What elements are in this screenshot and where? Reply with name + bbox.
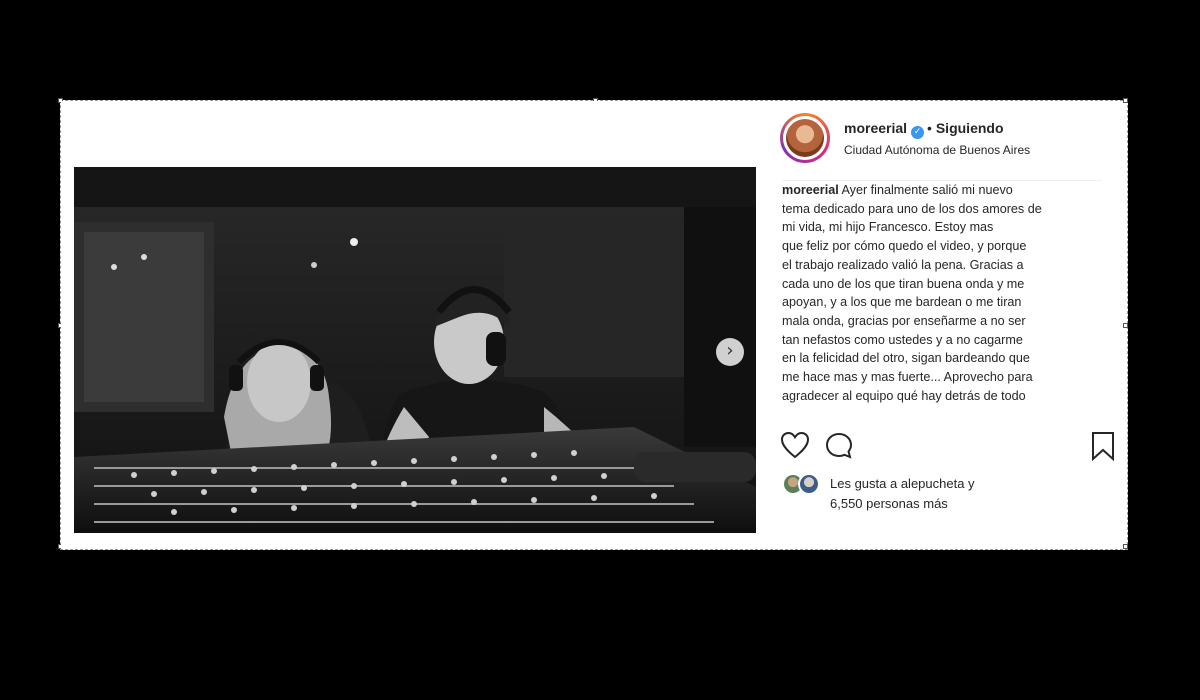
post-photo[interactable]: 👤︎ (74, 167, 756, 533)
post-actions (780, 431, 1120, 461)
caption-text: Ayer finalmente salió mi nuevo tema dedi… (782, 183, 1042, 403)
chevron-right-icon[interactable]: › (716, 338, 744, 366)
likes-avatars (782, 473, 826, 495)
caption-username-link[interactable]: moreerial (782, 183, 839, 197)
post-caption: moreerial Ayer finalmente salió mi nuevo… (782, 181, 1102, 405)
post-media-area: 👤︎ › (61, 101, 758, 549)
verified-badge-icon: ✓ (911, 126, 925, 139)
profile-photo (786, 119, 824, 157)
bookmark-icon[interactable] (1090, 431, 1116, 461)
studio-photo-illustration (74, 167, 756, 533)
location-link[interactable]: Ciudad Autónoma de Buenos Aires (844, 143, 1030, 157)
comment-icon[interactable] (824, 431, 854, 461)
username-link[interactable]: moreerial (844, 120, 907, 136)
avatar[interactable] (780, 113, 830, 163)
likes-count[interactable]: Les gusta a alepucheta y 6,550 personas … (830, 474, 975, 514)
following-button[interactable]: Siguiendo (936, 120, 1004, 136)
separator: • (927, 120, 932, 136)
avatar (798, 473, 820, 495)
heart-icon[interactable] (780, 431, 810, 459)
post-side-panel: moreerial ✓ • Siguiendo Ciudad Autónoma de… (758, 101, 1127, 549)
screenshot-frame: 👤︎ › moreerial ✓• Siguiendo Ciudad Autóno… (58, 98, 1128, 550)
post-header: moreerial ✓ • Siguiendo (844, 120, 1004, 139)
